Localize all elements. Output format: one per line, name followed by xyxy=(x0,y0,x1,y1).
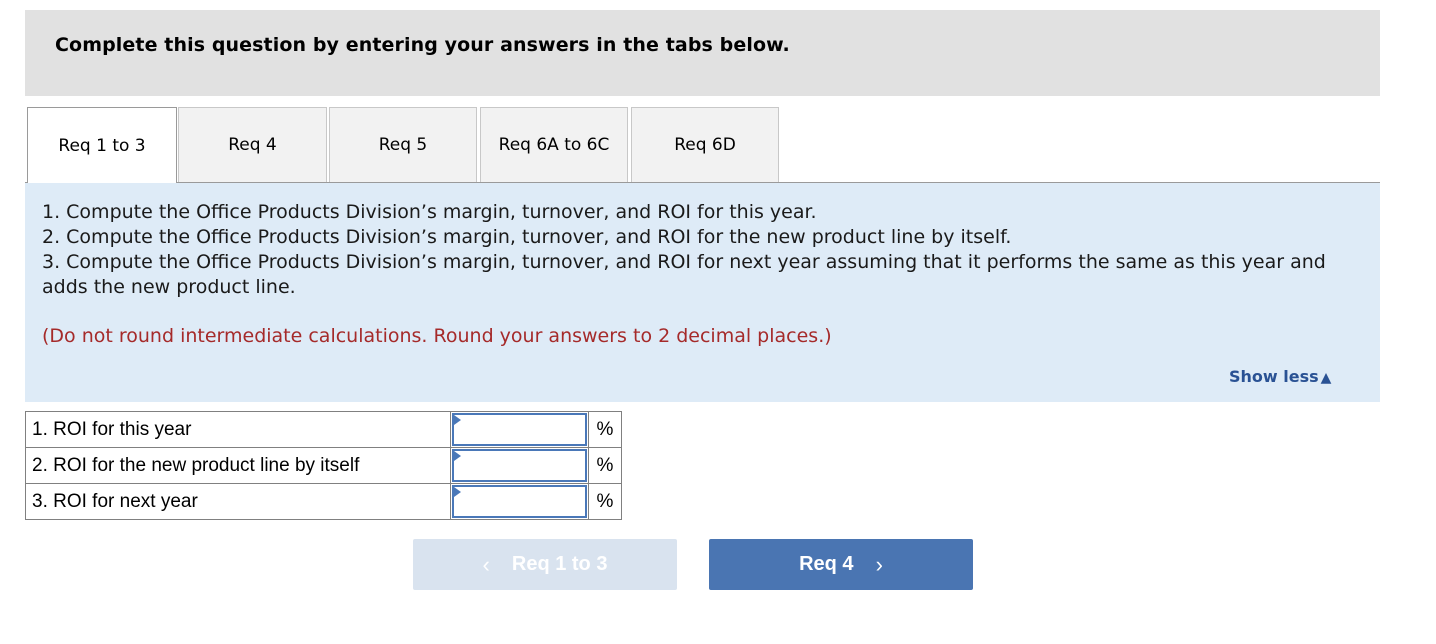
show-less-link[interactable]: Show less ▲ xyxy=(1229,367,1331,386)
tab-label: Req 6D xyxy=(674,135,736,155)
tab-label: Req 5 xyxy=(378,135,428,155)
row-label: 3. ROI for next year xyxy=(25,483,451,520)
show-less-label: Show less xyxy=(1229,367,1319,386)
prev-req-label: Req 1 to 3 xyxy=(511,553,608,575)
header-title: Complete this question by entering your … xyxy=(55,34,790,56)
prev-req-button[interactable]: ‹ Req 1 to 3 xyxy=(413,539,677,590)
tab-label: Req 1 to 3 xyxy=(58,135,146,156)
instructions-panel: 1. Compute the Office Products Division’… xyxy=(25,183,1380,402)
tab-req-4[interactable]: Req 4 xyxy=(178,107,327,182)
tab-req-5[interactable]: Req 5 xyxy=(329,107,477,182)
next-req-button[interactable]: Req 4 › xyxy=(709,539,973,590)
tab-req-6d[interactable]: Req 6D xyxy=(631,107,779,182)
tab-req-1-to-3[interactable]: Req 1 to 3 xyxy=(27,107,177,183)
roi-this-year-input[interactable] xyxy=(452,413,587,446)
question-header: Complete this question by entering your … xyxy=(25,10,1380,96)
table-row: 2. ROI for the new product line by itsel… xyxy=(25,447,622,484)
instruction-item: 2. Compute the Office Products Division’… xyxy=(42,226,1012,248)
chevron-right-icon: › xyxy=(875,551,883,577)
rounding-note: (Do not round intermediate calculations.… xyxy=(42,325,832,347)
next-req-label: Req 4 xyxy=(799,553,854,575)
roi-next-year-input[interactable] xyxy=(452,485,587,518)
input-cell xyxy=(450,483,589,520)
answer-table: 1. ROI for this year % 2. ROI for the ne… xyxy=(25,411,622,520)
chevron-left-icon: ‹ xyxy=(482,551,490,577)
tab-req-6a-to-6c[interactable]: Req 6A to 6C xyxy=(480,107,628,182)
table-row: 3. ROI for next year % xyxy=(25,483,622,520)
instruction-item: 3. Compute the Office Products Division’… xyxy=(42,251,1326,298)
unit-label: % xyxy=(588,411,622,448)
table-row: 1. ROI for this year % xyxy=(25,411,622,448)
input-cell xyxy=(450,411,589,448)
input-cell xyxy=(450,447,589,484)
unit-label: % xyxy=(588,447,622,484)
unit-label: % xyxy=(588,483,622,520)
tab-label: Req 4 xyxy=(228,135,277,155)
roi-new-product-line-input[interactable] xyxy=(452,449,587,482)
tab-bar: Req 1 to 3 Req 4 Req 5 Req 6A to 6C Req … xyxy=(25,107,1380,183)
tab-label: Req 6A to 6C xyxy=(498,135,610,155)
instruction-item: 1. Compute the Office Products Division’… xyxy=(42,201,817,223)
triangle-up-icon: ▲ xyxy=(1320,370,1332,386)
row-label: 1. ROI for this year xyxy=(25,411,451,448)
instructions-list: 1. Compute the Office Products Division’… xyxy=(42,200,1372,300)
row-label: 2. ROI for the new product line by itsel… xyxy=(25,447,451,484)
